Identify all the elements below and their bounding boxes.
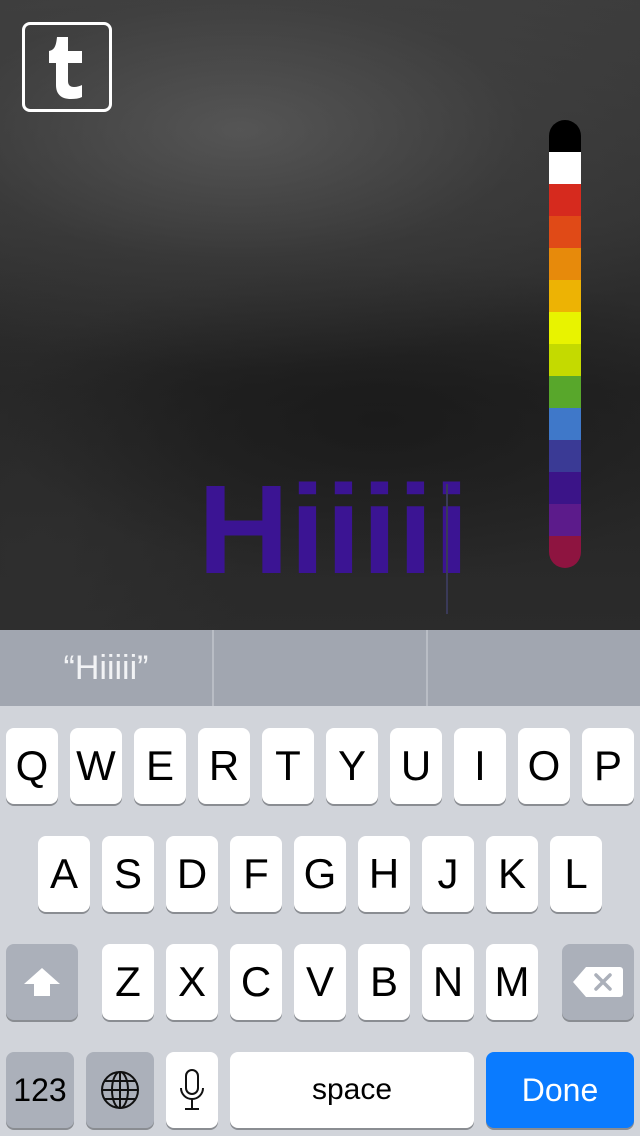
key-a[interactable]: A [38,836,90,912]
shift-key[interactable] [6,944,78,1020]
key-b[interactable]: B [358,944,410,1020]
key-z[interactable]: Z [102,944,154,1020]
key-n[interactable]: N [422,944,474,1020]
key-o[interactable]: O [518,728,570,804]
backspace-icon [573,967,623,997]
key-l[interactable]: L [550,836,602,912]
key-u[interactable]: U [390,728,442,804]
key-d[interactable]: D [166,836,218,912]
color-swatch[interactable] [549,408,581,440]
color-swatch[interactable] [549,504,581,536]
key-g[interactable]: G [294,836,346,912]
color-swatch[interactable] [549,440,581,472]
numbers-key[interactable]: 123 [6,1052,74,1128]
color-swatch[interactable] [549,248,581,280]
key-m[interactable]: M [486,944,538,1020]
key-h[interactable]: H [358,836,410,912]
predictive-bar: “Hiiiii” [0,630,640,706]
dictation-key[interactable] [166,1052,218,1128]
suggestion-2[interactable] [212,630,426,706]
delete-key[interactable] [562,944,634,1020]
key-x[interactable]: X [166,944,218,1020]
done-key[interactable]: Done [486,1052,634,1128]
space-key[interactable]: space [230,1052,474,1128]
globe-icon [101,1071,139,1109]
key-c[interactable]: C [230,944,282,1020]
key-y[interactable]: Y [326,728,378,804]
key-k[interactable]: K [486,836,538,912]
globe-key[interactable] [86,1052,154,1128]
key-f[interactable]: F [230,836,282,912]
color-swatch[interactable] [549,536,581,568]
key-j[interactable]: J [422,836,474,912]
text-cursor [446,484,448,614]
color-swatch[interactable] [549,472,581,504]
color-palette [549,120,581,568]
color-swatch[interactable] [549,216,581,248]
key-t[interactable]: T [262,728,314,804]
microphone-icon [180,1069,204,1110]
keyboard: 123 space Done QWERTYUIOP ASDFGHJKL ZXCVBN… [0,706,640,1136]
color-swatch[interactable] [549,280,581,312]
key-e[interactable]: E [134,728,186,804]
caption-text[interactable]: Hiiiii [198,467,470,593]
key-v[interactable]: V [294,944,346,1020]
key-s[interactable]: S [102,836,154,912]
suggestion-1[interactable]: “Hiiiii” [0,630,212,706]
tumblr-t-icon [49,37,82,99]
tumblr-logo-button[interactable] [22,22,112,112]
color-swatch[interactable] [549,376,581,408]
key-w[interactable]: W [70,728,122,804]
color-swatch[interactable] [549,184,581,216]
suggestion-3[interactable] [426,630,640,706]
color-swatch[interactable] [549,344,581,376]
key-q[interactable]: Q [6,728,58,804]
shift-icon [24,968,60,996]
key-p[interactable]: P [582,728,634,804]
color-swatch[interactable] [549,120,581,152]
color-swatch[interactable] [549,152,581,184]
color-swatch[interactable] [549,312,581,344]
key-r[interactable]: R [198,728,250,804]
key-i[interactable]: I [454,728,506,804]
